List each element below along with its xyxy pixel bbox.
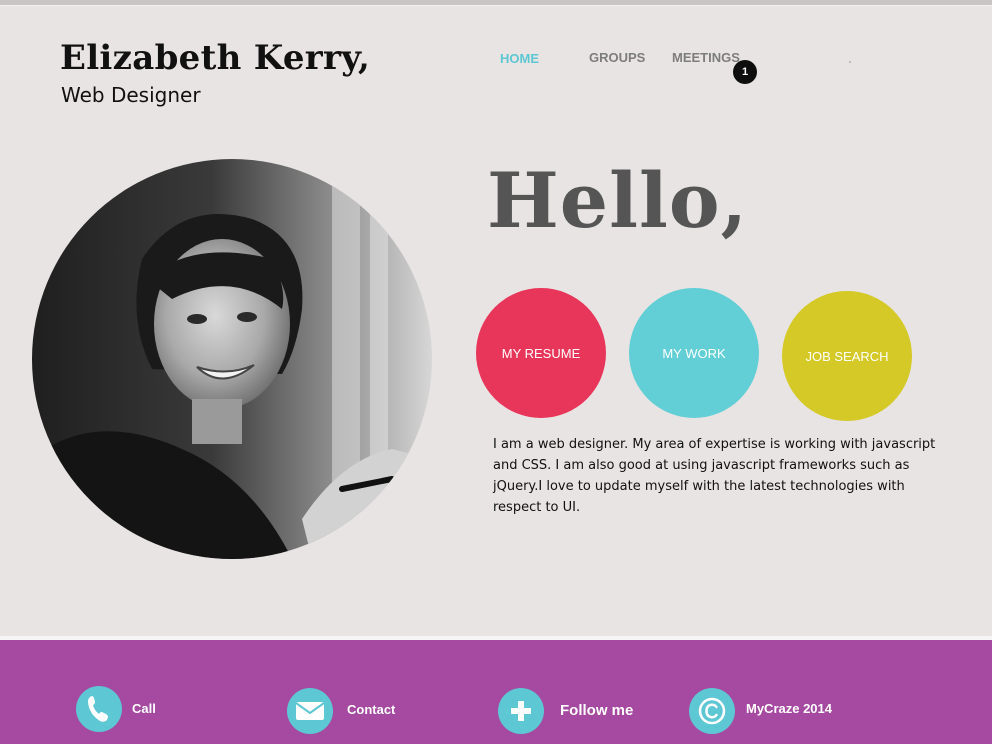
nav-home[interactable]: HOME bbox=[500, 51, 539, 66]
nav-meetings[interactable]: MEETINGS bbox=[672, 50, 740, 65]
site-owner-role: Web Designer bbox=[61, 83, 201, 107]
nav-groups[interactable]: GROUPS bbox=[589, 50, 645, 65]
profile-photo bbox=[32, 159, 432, 559]
site-owner-name: Elizabeth Kerry, bbox=[60, 38, 371, 78]
hero-greeting: Hello, bbox=[487, 156, 749, 245]
copyright-icon bbox=[689, 688, 735, 734]
nav-separator-dot bbox=[849, 61, 851, 63]
footer-copyright-label: MyCraze 2014 bbox=[746, 701, 832, 716]
my-work-button[interactable]: MY WORK bbox=[629, 288, 759, 418]
plus-icon[interactable] bbox=[498, 688, 544, 734]
my-resume-button[interactable]: MY RESUME bbox=[476, 288, 606, 418]
mail-icon[interactable] bbox=[287, 688, 333, 734]
footer-contact-label[interactable]: Contact bbox=[347, 702, 395, 717]
meetings-count-badge: 1 bbox=[733, 60, 757, 84]
top-border bbox=[0, 0, 992, 6]
phone-icon[interactable] bbox=[76, 686, 122, 732]
job-search-button[interactable]: JOB SEARCH bbox=[782, 291, 912, 421]
footer: Call Contact Follow me MyCraze 2014 bbox=[0, 640, 992, 744]
bio-text: I am a web designer. My area of expertis… bbox=[493, 437, 936, 515]
footer-follow-label[interactable]: Follow me bbox=[560, 702, 633, 719]
footer-call-label[interactable]: Call bbox=[132, 701, 156, 716]
